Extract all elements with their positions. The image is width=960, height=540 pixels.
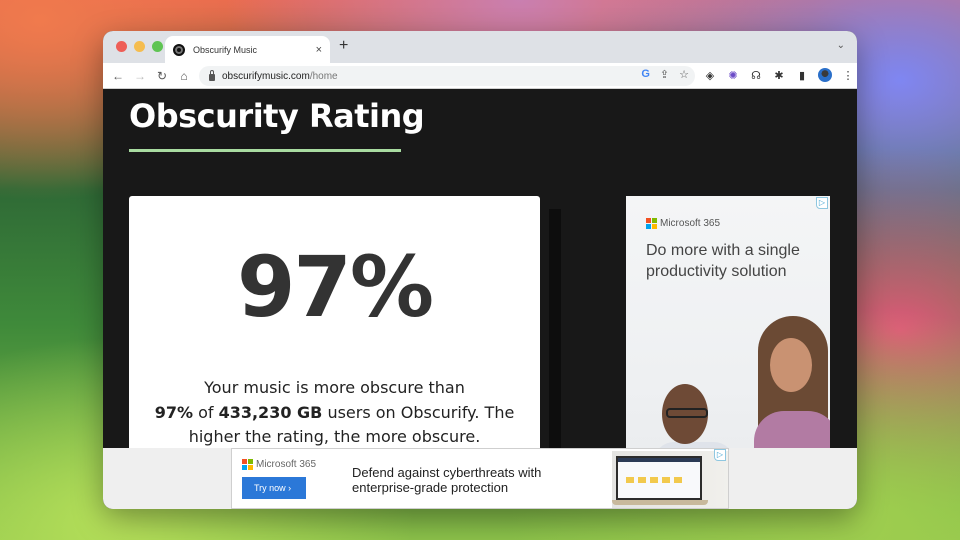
adchoices-icon[interactable]: ▷ bbox=[816, 197, 828, 209]
side-ad-brand: Microsoft 365 bbox=[646, 218, 720, 229]
bottom-ad-headline-line2: enterprise-grade protection bbox=[352, 480, 509, 495]
lock-icon[interactable] bbox=[209, 69, 215, 81]
side-ad-brand-text: Microsoft 365 bbox=[660, 218, 721, 230]
close-window-button[interactable] bbox=[116, 41, 127, 52]
obscurity-percent: 97% bbox=[236, 238, 434, 336]
ad-laptop-image bbox=[612, 451, 728, 508]
google-icon[interactable]: G bbox=[641, 68, 650, 81]
maximize-window-button[interactable] bbox=[152, 41, 163, 52]
profile-avatar[interactable] bbox=[818, 68, 832, 82]
bottom-ad-brand-text: Microsoft 365 bbox=[256, 459, 317, 471]
desc-percent: 97% bbox=[154, 402, 193, 422]
microsoft-logo-icon bbox=[646, 218, 657, 229]
omnibox-actions: G ⇪ ☆ bbox=[641, 68, 689, 81]
bookmark-star-icon[interactable]: ☆ bbox=[679, 68, 689, 81]
window-controls bbox=[116, 41, 163, 52]
obscurify-favicon-icon bbox=[173, 43, 185, 56]
flower-extension-icon[interactable]: ✺ bbox=[726, 69, 740, 82]
desc-line3: higher the rating, the more obscure. bbox=[188, 427, 481, 446]
microsoft-logo-icon bbox=[242, 459, 253, 470]
desc-line2-rest: users on Obscurify. The bbox=[322, 402, 515, 422]
try-now-button[interactable]: Try now › bbox=[242, 477, 306, 499]
extensions-area: ◈ ✺ ☊ ✱ ▮ ⋮ bbox=[703, 68, 855, 82]
bottom-ad-headline-line1: Defend against cyberthreats with bbox=[352, 465, 542, 480]
desc-line1: Your music is more obscure than bbox=[204, 378, 465, 397]
bottom-ad-brand: Microsoft 365 bbox=[242, 459, 316, 470]
share-icon[interactable]: ⇪ bbox=[660, 68, 669, 81]
bottom-ad-headline: Defend against cyberthreats with enterpr… bbox=[352, 465, 541, 495]
puzzle-extensions-icon[interactable]: ✱ bbox=[772, 69, 786, 82]
bottom-advertisement[interactable]: Microsoft 365 Try now › Defend against c… bbox=[231, 448, 729, 509]
headphones-extension-icon[interactable]: ☊ bbox=[749, 69, 763, 82]
title-underline bbox=[129, 149, 401, 152]
desc-users-count: 433,230 GB bbox=[218, 402, 323, 422]
page-content: Obscurity Rating 97% Your music is more … bbox=[103, 89, 857, 509]
browser-toolbar: ← → ↻ ⌂ obscurifymusic.com/home G ⇪ ☆ ◈ … bbox=[103, 63, 857, 89]
rating-description: Your music is more obscure than 97% of 4… bbox=[129, 376, 540, 450]
forward-button[interactable]: → bbox=[129, 69, 151, 83]
url-path: /home bbox=[309, 70, 338, 82]
tab-close-icon[interactable]: × bbox=[316, 44, 322, 56]
adchoices-icon[interactable]: ▷ bbox=[714, 449, 726, 461]
layers-extension-icon[interactable]: ◈ bbox=[703, 69, 717, 82]
tab-obscurify[interactable]: Obscurify Music × bbox=[165, 36, 330, 63]
tab-title: Obscurify Music bbox=[193, 44, 258, 55]
bottom-ad-bar: Microsoft 365 Try now › Defend against c… bbox=[103, 448, 857, 509]
home-button[interactable]: ⌂ bbox=[173, 69, 195, 83]
url-host: obscurifymusic.com bbox=[222, 70, 310, 82]
desc-of: of bbox=[192, 402, 219, 422]
back-button[interactable]: ← bbox=[107, 69, 129, 83]
minimize-window-button[interactable] bbox=[134, 41, 145, 52]
new-tab-button[interactable]: + bbox=[339, 37, 348, 55]
page-title: Obscurity Rating bbox=[129, 97, 425, 135]
browser-menu-icon[interactable]: ⋮ bbox=[841, 69, 855, 82]
tab-search-chevron-icon[interactable]: ⌄ bbox=[837, 40, 845, 51]
reload-button[interactable]: ↻ bbox=[151, 69, 173, 83]
side-panel-icon[interactable]: ▮ bbox=[795, 69, 809, 82]
address-bar[interactable]: obscurifymusic.com/home G ⇪ ☆ bbox=[199, 66, 695, 86]
tab-bar: Obscurify Music × + ⌄ bbox=[103, 31, 857, 63]
side-ad-headline: Do more with a single productivity solut… bbox=[646, 242, 800, 280]
browser-window: Obscurify Music × + ⌄ ← → ↻ ⌂ obscurifym… bbox=[103, 31, 857, 509]
